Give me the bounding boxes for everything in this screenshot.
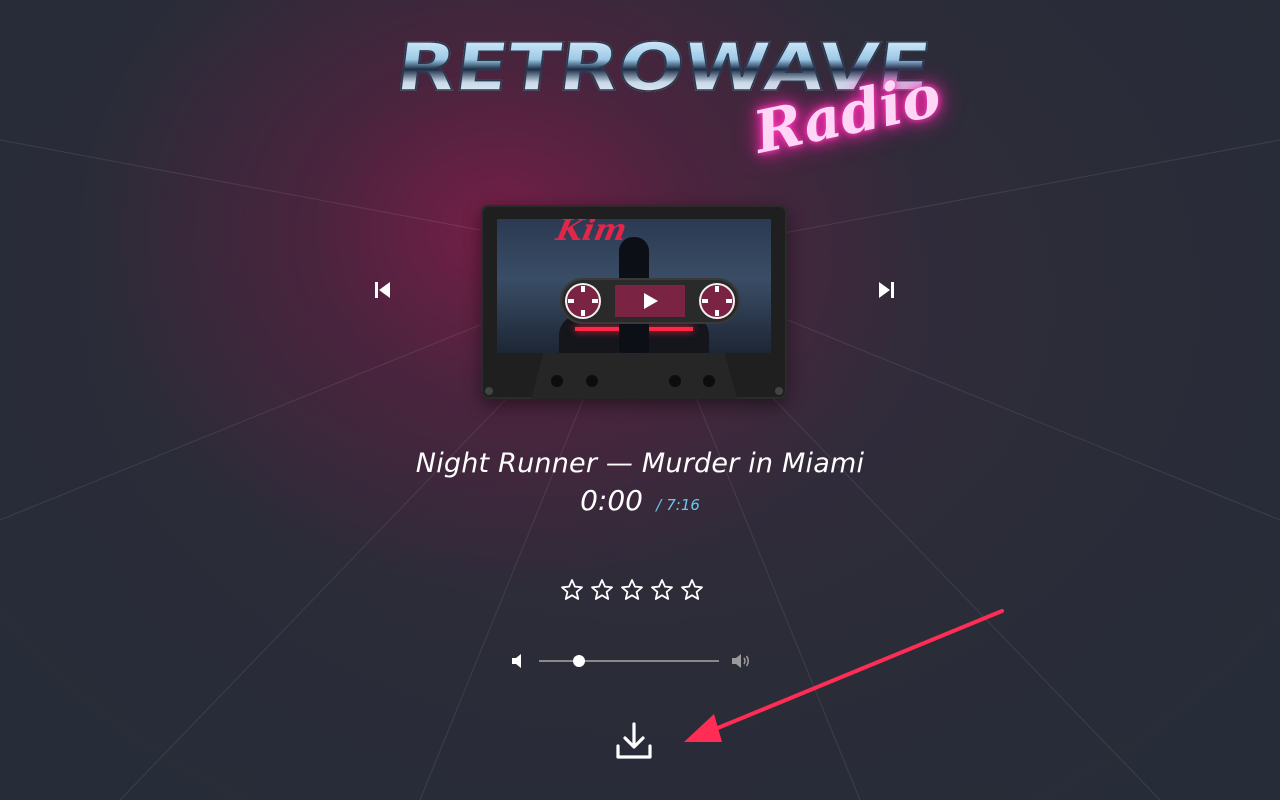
reel-window [560,278,740,324]
volume-slider-track[interactable] [539,660,719,662]
cassette-player: Kim [481,205,787,399]
star-icon[interactable] [650,578,674,602]
volume-slider-thumb[interactable] [572,655,585,667]
retrowave-radio-logo: RETROWAVE Radio [391,28,946,168]
track-title: Night Runner — Murder in Miami [415,448,865,479]
cassette-hole [703,375,715,387]
album-art: Kim [497,219,771,353]
cassette-base [531,353,737,399]
skip-next-icon [879,282,894,298]
previous-track-button[interactable] [373,280,393,300]
time-display: 0:00 / 7:16 [340,484,940,517]
next-track-button[interactable] [876,280,896,300]
cassette-hole [551,375,563,387]
time-separator: / [656,496,662,514]
play-button[interactable] [615,285,685,317]
skip-previous-icon [375,282,390,298]
star-icon[interactable] [620,578,644,602]
star-icon[interactable] [590,578,614,602]
cassette-hole [586,375,598,387]
star-icon[interactable] [560,578,584,602]
volume-high-icon[interactable] [730,652,752,670]
cassette-screw [775,387,783,395]
album-art-text: Kim [553,219,630,248]
cassette-hole [669,375,681,387]
reel-right-icon [699,283,735,319]
volume-low-icon[interactable] [508,652,530,670]
volume-control [508,650,758,672]
cassette-screw [485,387,493,395]
current-time: 0:00 [580,484,643,517]
play-icon [644,293,658,309]
download-button[interactable] [612,720,656,764]
star-icon[interactable] [680,578,704,602]
rating-stars [560,578,704,604]
download-icon [616,722,652,759]
total-time: 7:16 [666,496,700,514]
reel-left-icon [565,283,601,319]
